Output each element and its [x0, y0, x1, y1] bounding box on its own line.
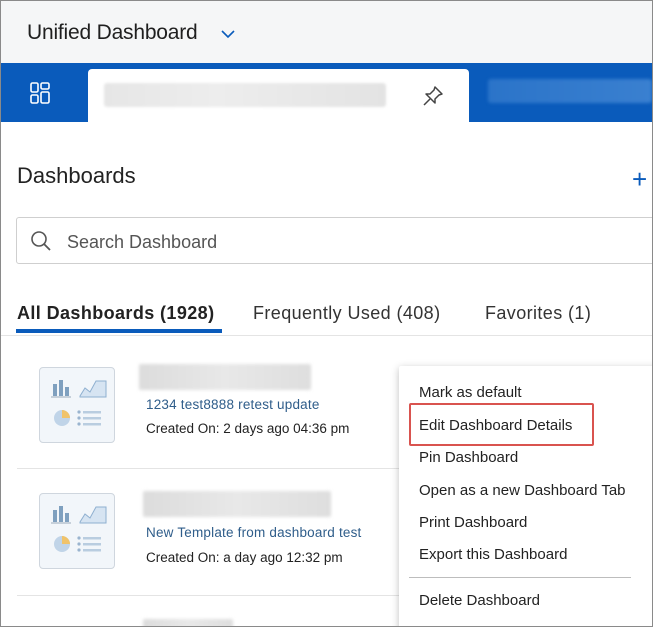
menu-item-delete[interactable]: Delete Dashboard — [419, 592, 540, 609]
menu-item-pin[interactable]: Pin Dashboard — [419, 449, 518, 466]
add-dashboard-button[interactable]: + — [632, 166, 647, 192]
tab-all-dashboards[interactable]: All Dashboards (1928) — [17, 303, 214, 324]
created-on: Created On: 2 days ago 04:36 pm — [146, 421, 350, 436]
tab-frequently-used[interactable]: Frequently Used (408) — [253, 303, 441, 324]
menu-item-open-new-tab[interactable]: Open as a new Dashboard Tab — [419, 482, 626, 499]
redacted-tab-name — [104, 83, 386, 107]
app-title[interactable]: Unified Dashboard — [27, 21, 198, 45]
redacted-dashboard-name — [139, 364, 311, 390]
menu-item-mark-default[interactable]: Mark as default — [419, 384, 522, 401]
active-tab-indicator — [16, 329, 222, 333]
active-dashboard-tab[interactable] — [88, 69, 469, 122]
search-input[interactable] — [65, 227, 629, 257]
chevron-down-icon[interactable] — [219, 25, 237, 43]
dashboard-filter-tabs: All Dashboards (1928) Frequently Used (4… — [1, 299, 652, 336]
menu-item-export[interactable]: Export this Dashboard — [419, 546, 567, 563]
chart-thumbnail-icon — [39, 493, 115, 569]
redacted-dashboard-name — [143, 491, 331, 517]
layout-icon[interactable] — [27, 80, 53, 106]
redacted-dashboard-name — [143, 619, 233, 626]
dashboard-description: 1234 test8888 retest update — [146, 397, 320, 412]
chart-thumbnail-icon — [39, 367, 115, 443]
panel-title: Dashboards — [17, 163, 136, 188]
redacted-tab[interactable] — [488, 79, 652, 103]
pin-icon[interactable] — [420, 83, 446, 109]
title-bar: Unified Dashboard — [1, 1, 652, 63]
menu-item-print[interactable]: Print Dashboard — [419, 514, 527, 531]
menu-divider — [409, 577, 631, 578]
tab-favorites[interactable]: Favorites (1) — [485, 303, 591, 324]
dashboard-description: New Template from dashboard test — [146, 525, 362, 540]
app-window: Unified Dashboard Dashboards + Search Da… — [0, 0, 653, 627]
highlight-box — [409, 403, 594, 446]
search-icon — [31, 231, 51, 251]
dashboard-tab-strip — [1, 63, 652, 122]
created-on: Created On: a day ago 12:32 pm — [146, 550, 343, 565]
search-box[interactable] — [16, 217, 652, 264]
